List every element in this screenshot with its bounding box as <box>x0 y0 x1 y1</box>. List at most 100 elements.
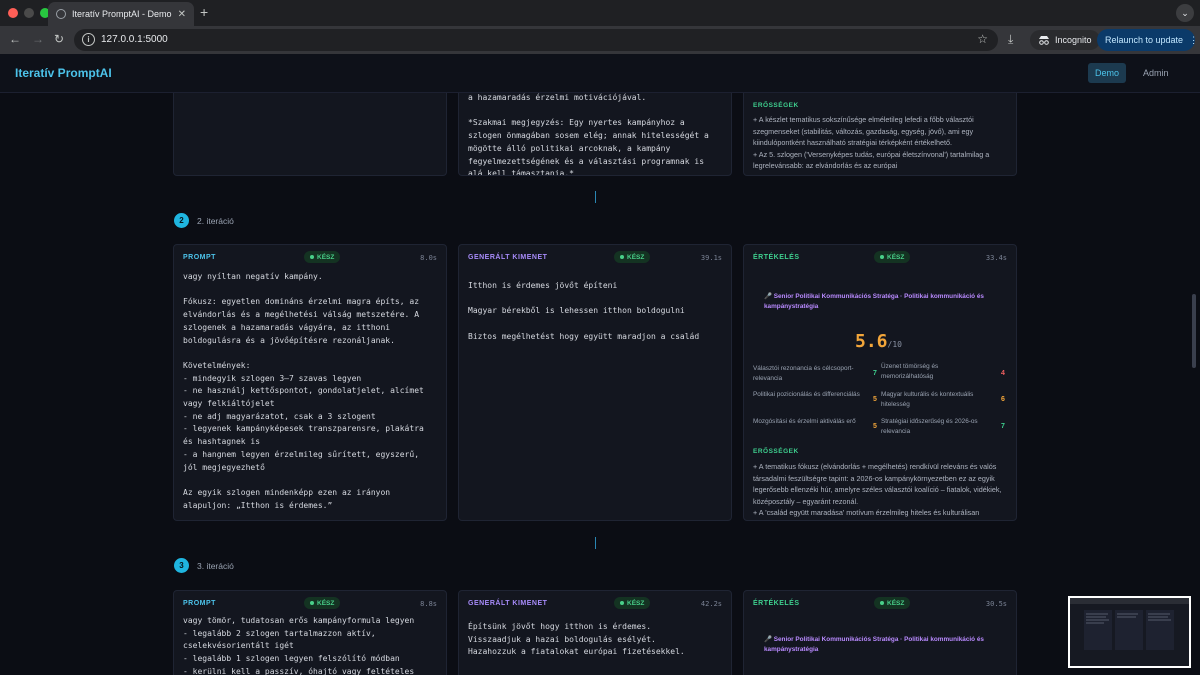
criterion-score: 6 <box>1001 396 1005 403</box>
globe-icon <box>56 9 66 19</box>
criterion-name: Üzenet tömörség és memorizálhatóság <box>881 363 939 380</box>
forward-icon[interactable]: → <box>32 32 44 46</box>
back-icon[interactable]: ← <box>9 32 21 46</box>
card-header: PROMPT KÉSZ 8.8s <box>174 591 446 616</box>
card-header: ÉRTÉKELÉS KÉSZ 30.5s <box>744 591 1016 616</box>
eval-duration: 33.4s <box>985 254 1007 262</box>
criterion-name: Magyar kulturális és kontextuális hitele… <box>881 391 974 408</box>
iteration-3-label: 3. iteráció <box>197 560 234 571</box>
status-badge: KÉSZ <box>614 597 651 609</box>
chevron-down-icon[interactable]: ⌄ <box>1176 4 1194 22</box>
criterion-score: 7 <box>1001 423 1005 430</box>
status-dot-icon <box>310 255 314 259</box>
status-text: KÉSZ <box>627 253 645 261</box>
criterion-name: Mozgósítási és érzelmi aktiválás erő <box>753 418 856 425</box>
url-text[interactable]: 127.0.0.1:5000 <box>101 34 168 45</box>
card-header: ÉRTÉKELÉS KÉSZ 33.4s <box>744 245 1016 270</box>
reload-icon[interactable]: ↻ <box>54 32 64 46</box>
minimize-window-button[interactable] <box>24 8 34 18</box>
status-text: KÉSZ <box>887 599 905 607</box>
iter2-prompt-text: vagy nyíltan negatív kampány. Fókusz: eg… <box>183 272 424 510</box>
iter3-output-card[interactable]: GENERÁLT KIMENET KÉSZ 42.2s Építsünk jöv… <box>458 590 732 675</box>
strengths-title: ERŐSSÉGEK <box>753 448 799 455</box>
iter2-output-card[interactable]: GENERÁLT KIMENET KÉSZ 39.1s Itthon is ér… <box>458 244 732 521</box>
card-header: PROMPT KÉSZ 8.0s <box>174 245 446 270</box>
browser-tabbar: Iteratív PromptAI - Demo ✕ + ⌄ <box>0 0 1200 26</box>
status-text: KÉSZ <box>887 253 905 261</box>
main-content[interactable]: a hazamaradás érzelmi motivációjával. *S… <box>0 93 1200 675</box>
incognito-icon <box>1039 36 1049 45</box>
criterion-name: Stratégiai időszerűség és 2026-os releva… <box>881 418 978 435</box>
strengths-text: + A tematikus fókusz (elvándorlás + megé… <box>753 462 1002 517</box>
status-badge: KÉSZ <box>874 597 911 609</box>
iter3-prompt-card[interactable]: PROMPT KÉSZ 8.8s vagy tömör, tudatosan e… <box>173 590 447 675</box>
iteration-2-header: 2 2. iteráció <box>174 213 234 228</box>
minimap-preview <box>1070 598 1189 650</box>
page-scrollbar[interactable] <box>1192 93 1198 675</box>
iter1-strengths-text: + A készlet tematikus sokszínűsége elmél… <box>753 115 990 170</box>
status-badge: KÉSZ <box>614 251 651 263</box>
iter1-strengths-title: ERŐSSÉGEK <box>753 102 799 109</box>
iter1-prompt-card <box>173 93 447 176</box>
iteration-connector <box>595 537 596 549</box>
output-duration: 39.1s <box>700 254 722 262</box>
output-duration: 42.2s <box>700 600 722 608</box>
iter3-prompt-text: vagy tömör, tudatosan erős kampányformul… <box>183 616 415 675</box>
page-minimap[interactable] <box>1068 596 1191 668</box>
browser-toolbar: ← → ↻ i 127.0.0.1:5000 ☆ ⤓ Incognito Rel… <box>0 26 1200 54</box>
output-label: GENERÁLT KIMENET <box>468 254 548 261</box>
status-dot-icon <box>310 601 314 605</box>
new-tab-icon[interactable]: + <box>200 4 208 20</box>
bookmark-star-icon[interactable]: ☆ <box>977 32 988 46</box>
eval-label: ÉRTÉKELÉS <box>753 600 800 607</box>
iteration-3-header: 3 3. iteráció <box>174 558 234 573</box>
card-header: GENERÁLT KIMENET KÉSZ 39.1s <box>459 245 731 270</box>
nav-admin[interactable]: Admin <box>1143 68 1169 78</box>
scrollbar-thumb[interactable] <box>1192 294 1196 368</box>
prompt-duration: 8.8s <box>420 600 437 608</box>
output-label: GENERÁLT KIMENET <box>468 600 548 607</box>
iter1-output-card: a hazamaradás érzelmi motivációjával. *S… <box>458 93 732 176</box>
incognito-indicator[interactable]: Incognito <box>1030 30 1100 50</box>
status-text: KÉSZ <box>627 599 645 607</box>
close-window-button[interactable] <box>8 8 18 18</box>
iter2-prompt-card[interactable]: PROMPT KÉSZ 8.0s vagy nyíltan negatív ka… <box>173 244 447 521</box>
iteration-connector <box>595 191 596 203</box>
score-value: 5.6 <box>855 331 888 352</box>
evaluator-persona: 🎤 Senior Politikai Kommunikációs Stratég… <box>764 636 984 653</box>
app-header: Iteratív PromptAI Demo Admin <box>0 54 1200 93</box>
browser-tab[interactable]: Iteratív PromptAI - Demo ✕ <box>48 2 194 26</box>
criterion-name: Választói rezonancia és célcsoport-relev… <box>753 365 854 382</box>
relaunch-label: Relaunch to update <box>1105 35 1184 45</box>
relaunch-button[interactable]: Relaunch to update ⋮ <box>1097 29 1198 51</box>
more-menu-icon[interactable]: ⋮ <box>1189 35 1198 46</box>
eval-duration: 30.5s <box>985 600 1007 608</box>
criterion-score: 5 <box>873 396 877 403</box>
status-badge: KÉSZ <box>304 251 341 263</box>
iter3-eval-card[interactable]: ÉRTÉKELÉS KÉSZ 30.5s 🎤 Senior Politikai … <box>743 590 1017 675</box>
status-dot-icon <box>620 601 624 605</box>
iteration-3-number: 3 <box>174 558 189 573</box>
address-bar[interactable]: i 127.0.0.1:5000 ☆ <box>74 29 998 51</box>
site-info-icon[interactable]: i <box>82 33 95 46</box>
status-dot-icon <box>620 255 624 259</box>
criterion-score: 7 <box>873 370 877 377</box>
eval-label: ÉRTÉKELÉS <box>753 254 800 261</box>
score-denominator: /10 <box>887 340 902 349</box>
iteration-2-number: 2 <box>174 213 189 228</box>
status-dot-icon <box>880 601 884 605</box>
window-controls <box>8 8 50 18</box>
status-text: KÉSZ <box>317 599 335 607</box>
status-badge: KÉSZ <box>874 251 911 263</box>
iter2-eval-card[interactable]: ÉRTÉKELÉS KÉSZ 33.4s 🎤 Senior Politikai … <box>743 244 1017 521</box>
close-icon[interactable]: ✕ <box>178 9 186 20</box>
tab-title: Iteratív PromptAI - Demo <box>72 9 172 19</box>
prompt-label: PROMPT <box>183 254 216 261</box>
nav-demo[interactable]: Demo <box>1088 63 1126 83</box>
status-text: KÉSZ <box>317 253 335 261</box>
iter2-output-text: Itthon is érdemes jövőt építeni Magyar b… <box>468 281 700 341</box>
download-icon[interactable]: ⤓ <box>1008 32 1013 47</box>
app-brand[interactable]: Iteratív PromptAI <box>15 66 112 80</box>
incognito-label: Incognito <box>1055 35 1092 45</box>
overall-score: 5.6/10 <box>855 331 902 352</box>
